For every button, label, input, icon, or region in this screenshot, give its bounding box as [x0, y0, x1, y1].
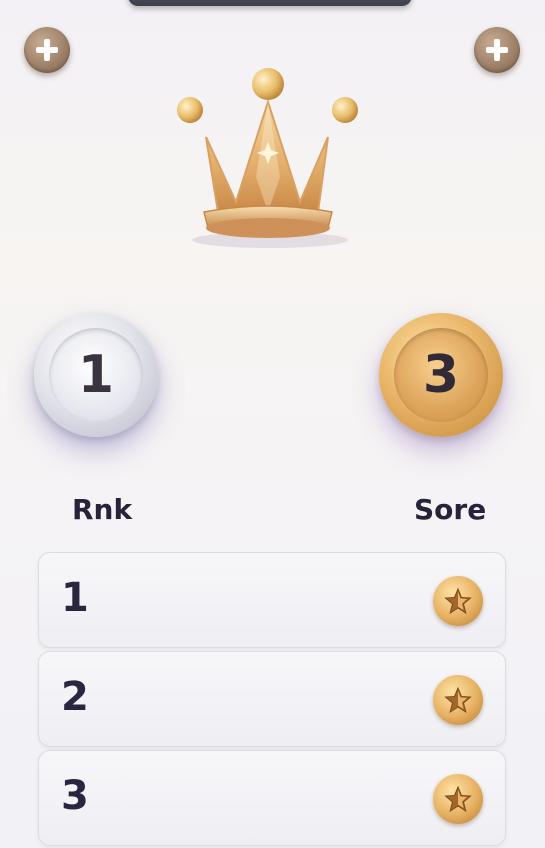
crown-icon: [177, 68, 358, 248]
rank-header: Rnk: [72, 493, 133, 526]
score-header: Sore: [414, 493, 487, 526]
star-coin-icon: [433, 675, 483, 725]
gold-medal-number: 3: [394, 328, 488, 422]
silver-medal-number: 1: [49, 328, 143, 422]
star-coin-icon: [433, 576, 483, 626]
top-bar: [128, 0, 412, 6]
row-rank: 2: [61, 674, 89, 720]
plus-icon: [36, 39, 58, 61]
leaderboard-row[interactable]: 1: [38, 552, 506, 648]
leaderboard-row[interactable]: 2: [38, 651, 506, 747]
gold-medal: 3: [379, 313, 503, 437]
add-left-button[interactable]: [24, 27, 70, 73]
row-rank: 1: [61, 575, 89, 621]
row-rank: 3: [61, 773, 89, 819]
leaderboard-row[interactable]: 3: [38, 750, 506, 846]
silver-medal: 1: [34, 313, 158, 437]
plus-icon: [486, 39, 508, 61]
star-coin-icon: [433, 774, 483, 824]
add-right-button[interactable]: [474, 27, 520, 73]
